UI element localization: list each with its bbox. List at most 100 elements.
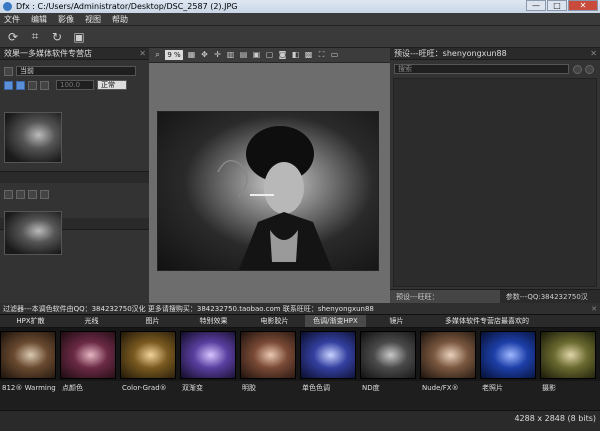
presets-title: 预设---旺旺：shenyongxun88 (394, 49, 507, 58)
filter-name[interactable]: 老照片 (480, 381, 540, 395)
filter-name[interactable]: Nude/FX® (420, 381, 480, 395)
mask-view-icon[interactable]: ◧ (290, 50, 301, 60)
filter-panel: 过滤器---本调色软件由QQ：384232750汉化 更多请搜购买：384232… (0, 303, 600, 410)
delete-icon (40, 189, 49, 199)
preset-field[interactable]: 当前 (16, 66, 136, 76)
photo-figure (217, 126, 333, 270)
filter-name[interactable]: 明胶 (240, 381, 300, 395)
fit-icon[interactable]: ▦ (186, 50, 197, 60)
filter-thumb[interactable] (420, 331, 476, 379)
paste-icon (28, 189, 37, 199)
minimize-button[interactable]: — (526, 0, 546, 11)
filter-thumb[interactable] (540, 331, 596, 379)
filter-name[interactable]: 单色色调 (300, 381, 360, 395)
rotate-icon[interactable]: ↻ (48, 29, 66, 45)
layer-icon (4, 66, 13, 76)
grid-icon[interactable] (40, 80, 49, 90)
layer-thumbnail[interactable] (4, 112, 62, 163)
camera-icon[interactable]: ◙ (277, 50, 288, 60)
zoom-level[interactable]: 9 % (165, 50, 183, 60)
search-input[interactable]: 搜索 (394, 64, 569, 74)
zoom-icon[interactable]: ⌕ (152, 50, 163, 60)
brush-icon[interactable] (28, 80, 37, 90)
left-panel-title: 效果一多媒体软件专营店 (4, 49, 92, 58)
canvas-area: ⌕ 9 % ▦ ✥ ✛ ▥ ▤ ▣ ▢ ◙ ◧ ▩ ⛶ ▭ (149, 48, 390, 303)
window-controls: — □ ✕ (525, 0, 598, 13)
original-thumbnail[interactable] (4, 211, 62, 255)
close-icon[interactable]: ✕ (590, 48, 597, 60)
app-icon (3, 2, 12, 11)
blend-mode-select[interactable]: 正常 (97, 80, 127, 90)
title-bar: Dfx : C:/Users/Administrator/Desktop/DSC… (0, 0, 600, 13)
close-button[interactable]: ✕ (568, 0, 598, 11)
left-panel-header: 效果一多媒体软件专营店 ✕ (0, 48, 149, 60)
move-icon[interactable]: ✛ (212, 50, 223, 60)
tab-parameters[interactable]: 参数---QQ:384232750汉化 (500, 290, 600, 315)
filter-thumb[interactable] (180, 331, 236, 379)
close-icon[interactable]: ✕ (139, 48, 146, 60)
filter-thumb[interactable] (60, 331, 116, 379)
export-icon[interactable]: ▣ (70, 29, 88, 45)
filter-name[interactable]: 点颜色 (60, 381, 120, 395)
view-single-icon[interactable]: ▣ (251, 50, 262, 60)
maximize-button[interactable]: □ (547, 0, 567, 11)
add-preset-icon[interactable] (585, 64, 594, 74)
filter-name[interactable]: ND度 (360, 381, 420, 395)
category-tab[interactable]: 特别效果 (183, 315, 244, 327)
filter-thumb[interactable] (120, 331, 176, 379)
view-split-icon[interactable]: ▥ (225, 50, 236, 60)
divider (0, 171, 149, 183)
menu-image[interactable]: 影像 (58, 14, 74, 25)
menu-help[interactable]: 帮助 (112, 14, 128, 25)
menu-edit[interactable]: 编辑 (31, 14, 47, 25)
right-tabs: 预设---旺旺：shenyongxun88 参数---QQ:384232750汉… (390, 289, 600, 315)
filter-names: 812® Warming 点颜色 Color-Grad® 双渐变 明胶 单色色调… (0, 381, 600, 395)
right-panel: 预设---旺旺：shenyongxun88 ✕ 搜索 预设---旺旺：sheny… (390, 48, 600, 315)
filter-categories: HPX扩散 光线 图片 特别效果 电影胶片 色调/渐变HPX 镜片 多媒体软件专… (0, 315, 600, 328)
image-canvas[interactable] (149, 63, 390, 303)
filter-thumb[interactable] (480, 331, 536, 379)
fullscreen-icon[interactable]: ⛶ (316, 50, 327, 60)
menu-file[interactable]: 文件 (4, 14, 20, 25)
filter-thumb[interactable] (360, 331, 416, 379)
tab-presets[interactable]: 预设---旺旺：shenyongxun88 (390, 289, 500, 315)
close-icon[interactable]: ✕ (591, 303, 597, 315)
monitor-icon[interactable] (16, 80, 25, 90)
copy-icon (16, 189, 25, 199)
category-tab[interactable]: 电影胶片 (244, 315, 305, 327)
menu-view[interactable]: 视图 (85, 14, 101, 25)
grid-view-icon[interactable]: ▩ (303, 50, 314, 60)
photo-preview[interactable] (157, 111, 379, 271)
menu-bar: 文件 编辑 影像 视图 帮助 (0, 13, 600, 26)
filter-title: 过滤器---本调色软件由QQ：384232750汉化 更多请搜购买：384232… (3, 305, 374, 313)
mask-icon[interactable] (4, 80, 13, 90)
category-tab[interactable]: 多媒体软件专营店最喜欢的 (427, 315, 547, 327)
view-before-icon[interactable]: ▢ (264, 50, 275, 60)
main-toolbar: ⟳ ⌗ ↻ ▣ (0, 26, 600, 48)
hand-icon[interactable]: ✥ (199, 50, 210, 60)
filter-thumb[interactable] (240, 331, 296, 379)
presets-list[interactable] (393, 78, 597, 287)
filter-header: 过滤器---本调色软件由QQ：384232750汉化 更多请搜购买：384232… (0, 303, 600, 315)
settings-icon[interactable]: ▭ (329, 50, 340, 60)
category-tab[interactable]: HPX扩散 (0, 315, 61, 327)
category-tab-selected[interactable]: 色调/渐变HPX (305, 315, 366, 327)
crop-icon[interactable]: ⌗ (26, 29, 44, 45)
left-panel: 效果一多媒体软件专营店 ✕ 当前 100.0 正常 原始 (0, 48, 149, 357)
category-tab[interactable]: 光线 (61, 315, 122, 327)
opacity-field[interactable]: 100.0 (56, 80, 94, 90)
filter-name[interactable]: 摄影 (540, 381, 600, 395)
search-options-icon[interactable] (573, 64, 582, 74)
filter-thumb[interactable] (0, 331, 56, 379)
filter-thumbnails (0, 328, 600, 381)
view-side-icon[interactable]: ▤ (238, 50, 249, 60)
refresh-icon[interactable]: ⟳ (4, 29, 22, 45)
filter-thumb[interactable] (300, 331, 356, 379)
layer-tool-icon (4, 189, 13, 199)
presets-header: 预设---旺旺：shenyongxun88 ✕ (390, 48, 600, 60)
category-tab[interactable]: 镜片 (366, 315, 427, 327)
filter-name[interactable]: 双渐变 (180, 381, 240, 395)
filter-name[interactable]: 812® Warming (0, 381, 60, 395)
category-tab[interactable]: 图片 (122, 315, 183, 327)
filter-name[interactable]: Color-Grad® (120, 381, 180, 395)
